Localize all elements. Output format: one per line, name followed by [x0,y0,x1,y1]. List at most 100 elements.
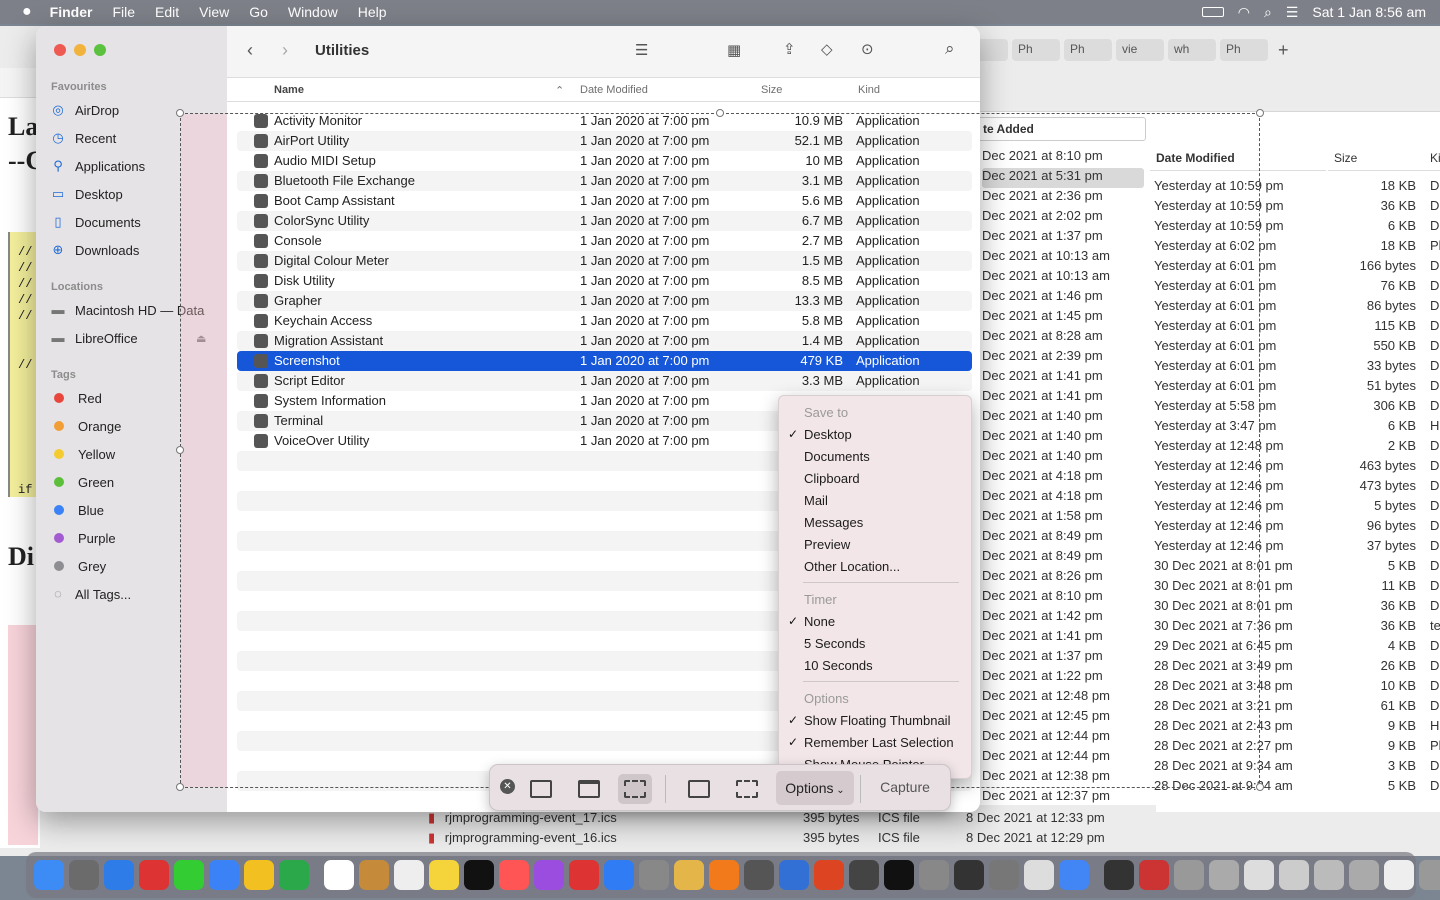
menu-edit[interactable]: Edit [155,4,179,20]
minimize-button[interactable] [74,44,86,56]
selection-handle[interactable] [176,446,184,454]
dock-app-icon[interactable] [324,860,354,890]
selection-handle[interactable] [1256,783,1264,791]
dock-app-icon[interactable] [919,860,949,890]
dock-app-icon[interactable] [849,860,879,890]
column-size[interactable]: Size [761,84,782,96]
dock-app-icon[interactable] [1419,860,1440,890]
selection-handle[interactable] [716,109,724,117]
tag-icon[interactable]: ◇ [821,40,833,58]
dock-app-icon[interactable] [244,860,274,890]
column-kind[interactable]: Ki [1424,147,1440,171]
dock-app-icon[interactable] [569,860,599,890]
dock-app-icon[interactable] [209,860,239,890]
dock-app-icon[interactable] [709,860,739,890]
close-toolbar-icon[interactable]: ✕ [500,779,515,794]
menu-item-5-seconds[interactable]: 5 Seconds [804,636,865,651]
dock-app-icon[interactable] [954,860,984,890]
dock-app-icon[interactable] [394,860,424,890]
dock-app-icon[interactable] [744,860,774,890]
dock-app-icon[interactable] [279,860,309,890]
new-tab-icon[interactable]: + [1278,40,1289,61]
menu-view[interactable]: View [199,4,229,20]
record-selection-button[interactable] [730,774,764,804]
more-actions-icon[interactable]: ⊙ [861,40,874,58]
apple-menu-icon[interactable]: ● [22,3,32,21]
dock-app-icon[interactable] [779,860,809,890]
dock-app-icon[interactable] [359,860,389,890]
battery-icon[interactable] [1201,7,1224,17]
dock-app-icon[interactable] [884,860,914,890]
menu-item-show-floating-thumbnail[interactable]: Show Floating Thumbnail [804,713,950,728]
file-row[interactable]: Boot Camp Assistant 1 Jan 2020 at 7:00 pm… [237,191,972,211]
dock-app-icon[interactable] [604,860,634,890]
file-row[interactable]: Console 1 Jan 2020 at 7:00 pm 2.7 MB Applic… [237,231,972,251]
dock-app-icon[interactable] [534,860,564,890]
dock-app-icon[interactable] [1209,860,1239,890]
browser-tab[interactable]: Ph [1012,39,1060,61]
back-icon[interactable]: ‹ [247,40,253,61]
dock-app-icon[interactable] [1349,860,1379,890]
forward-icon[interactable]: › [282,40,288,61]
menu-window[interactable]: Window [288,4,338,20]
selection-handle[interactable] [176,783,184,791]
menu-item-messages[interactable]: Messages [804,515,863,530]
dock-app-icon[interactable] [674,860,704,890]
list-view-icon[interactable]: ☰ [635,41,648,59]
file-row[interactable]: Activity Monitor 1 Jan 2020 at 7:00 pm 10.… [237,111,972,131]
close-button[interactable] [54,44,66,56]
menu-item-desktop[interactable]: Desktop [804,427,852,442]
column-size[interactable]: Size [1328,147,1424,171]
dock-app-icon[interactable] [174,860,204,890]
dock-app-icon[interactable] [139,860,169,890]
menu-app-name[interactable]: Finder [50,4,93,20]
capture-selection-button[interactable] [618,774,652,804]
menu-item-mail[interactable]: Mail [804,493,828,508]
file-row[interactable]: Grapher 1 Jan 2020 at 7:00 pm 13.3 MB Appli… [237,291,972,311]
dock-app-icon[interactable] [69,860,99,890]
menu-clock[interactable]: Sat 1 Jan 8:56 am [1312,4,1426,20]
browser-tab[interactable]: wh [1168,39,1216,61]
dock-app-icon[interactable] [34,860,64,890]
capture-button[interactable]: Capture [870,779,940,795]
column-date-modified[interactable]: Date Modified [1150,147,1326,171]
file-row[interactable]: Keychain Access 1 Jan 2020 at 7:00 pm 5.8 … [237,311,972,331]
control-center-icon[interactable]: ☰ [1286,4,1299,21]
column-kind[interactable]: Kind [858,84,880,96]
menu-go[interactable]: Go [249,4,268,20]
menu-item-remember-last-selection[interactable]: Remember Last Selection [804,735,954,750]
dock-app-icon[interactable] [1024,860,1054,890]
menu-item-documents[interactable]: Documents [804,449,870,464]
dock-app-icon[interactable] [464,860,494,890]
selection-handle[interactable] [1256,109,1264,117]
share-icon[interactable]: ⇪ [783,40,796,58]
menu-item-clipboard[interactable]: Clipboard [804,471,860,486]
dock-app-icon[interactable] [104,860,134,890]
dock-app-icon[interactable] [1384,860,1414,890]
dock-app-icon[interactable] [1244,860,1274,890]
dock-app-icon[interactable] [429,860,459,890]
menu-file[interactable]: File [112,4,135,20]
menu-help[interactable]: Help [358,4,387,20]
file-row[interactable]: Bluetooth File Exchange 1 Jan 2020 at 7:0… [237,171,972,191]
dock-app-icon[interactable] [1174,860,1204,890]
browser-tab[interactable]: vie [1116,39,1164,61]
file-row[interactable]: Script Editor 1 Jan 2020 at 7:00 pm 3.3 MB… [237,371,972,391]
dock-app-icon[interactable] [1279,860,1309,890]
file-row[interactable]: ▮ rjmprogramming-event_16.ics [428,830,617,846]
dock-app-icon[interactable] [1104,860,1134,890]
menu-item-10-seconds[interactable]: 10 Seconds [804,658,873,673]
capture-window-button[interactable] [572,774,606,804]
capture-entire-screen-button[interactable] [524,774,558,804]
column-date-added[interactable]: te Added [976,117,1146,141]
column-date-modified[interactable]: Date Modified [580,84,648,96]
file-row[interactable]: Screenshot 1 Jan 2020 at 7:00 pm 479 KB App… [237,351,972,371]
browser-tab[interactable]: Ph [1220,39,1268,61]
file-row[interactable]: Migration Assistant 1 Jan 2020 at 7:00 pm… [237,331,972,351]
options-button[interactable]: Options ⌄ [776,771,854,805]
menu-item-none[interactable]: None [804,614,835,629]
browser-tab[interactable]: Ph [1064,39,1112,61]
group-icon[interactable]: ▦ [727,41,741,59]
dock-app-icon[interactable] [1314,860,1344,890]
selection-handle[interactable] [176,109,184,117]
